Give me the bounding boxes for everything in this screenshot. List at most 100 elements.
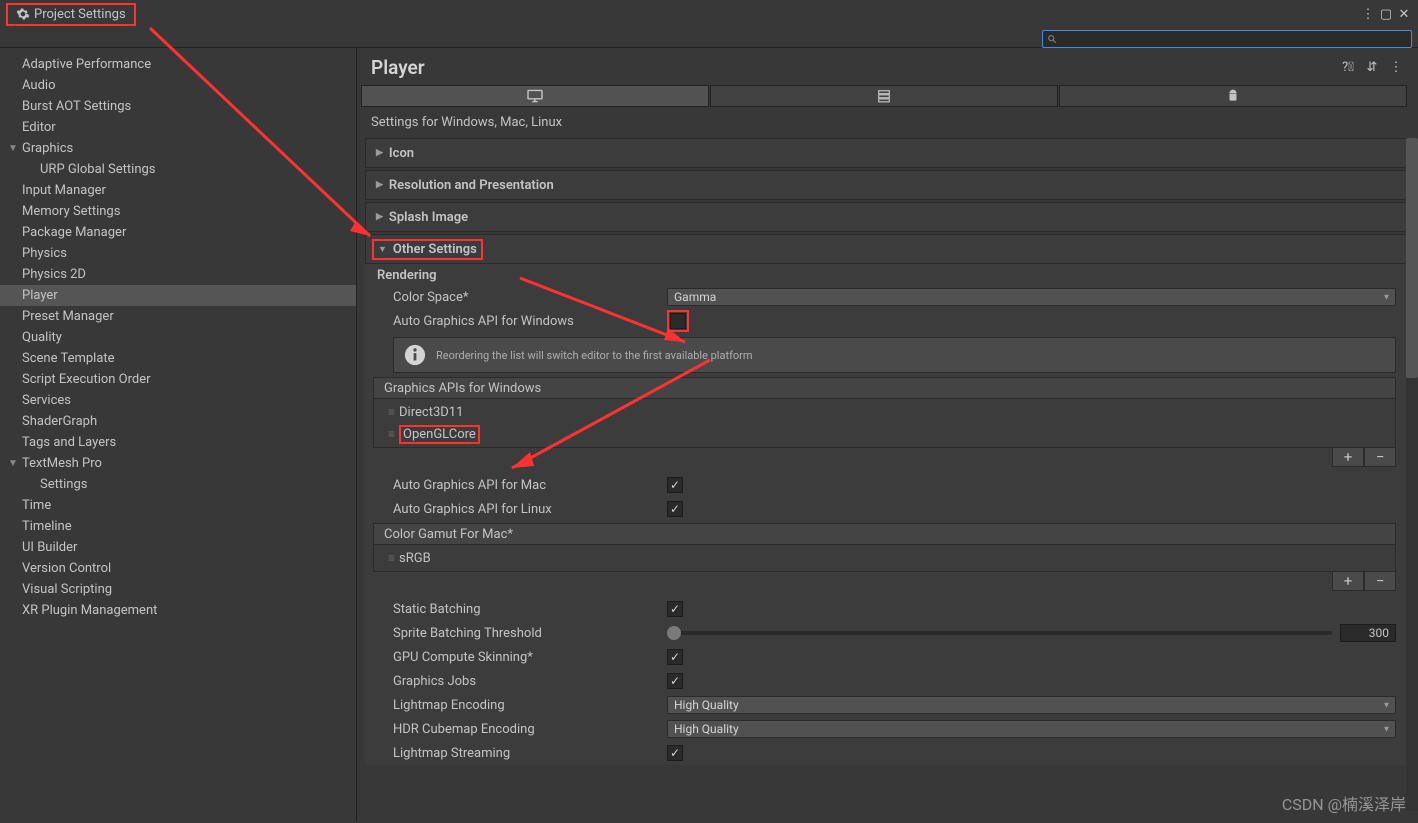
row-lightmap-encoding: Lightmap EncodingHigh Quality [365, 693, 1408, 717]
row-auto-api-mac: Auto Graphics API for Mac [365, 473, 1408, 497]
drag-handle-icon[interactable]: ≡ [388, 551, 391, 565]
sidebar-item-textmesh-pro[interactable]: ▼TextMesh Pro [0, 453, 356, 474]
sidebar-item-quality[interactable]: Quality [0, 327, 356, 348]
sidebar-item-scene-template[interactable]: Scene Template [0, 348, 356, 369]
server-icon [877, 89, 891, 103]
sidebar-item-adaptive-performance[interactable]: Adaptive Performance [0, 54, 356, 75]
tab-server[interactable] [710, 85, 1058, 107]
remove-button[interactable]: − [1364, 571, 1396, 591]
sprite-batching-value[interactable]: 300 [1340, 624, 1396, 642]
scrollbar[interactable] [1406, 138, 1418, 811]
section-other[interactable]: ▼Other Settings [365, 234, 1408, 264]
gear-icon [16, 7, 30, 21]
section-icon[interactable]: ▶Icon [365, 138, 1408, 168]
sidebar-item-time[interactable]: Time [0, 495, 356, 516]
scrollbar-thumb[interactable] [1406, 138, 1418, 378]
help-icon[interactable]: ?⃝ [1340, 60, 1356, 76]
gpu-skinning-checkbox[interactable] [667, 649, 683, 665]
section-splash[interactable]: ▶Splash Image [365, 202, 1408, 232]
maximize-icon[interactable]: ▢ [1378, 6, 1394, 22]
platform-tabs [361, 85, 1408, 107]
sidebar-item-version-control[interactable]: Version Control [0, 558, 356, 579]
auto-api-mac-checkbox[interactable] [667, 477, 683, 493]
sidebar-item-label: Visual Scripting [22, 582, 112, 597]
preset-icon[interactable]: ⇵ [1364, 60, 1380, 76]
menu-icon[interactable]: ⋮ [1388, 60, 1404, 76]
sidebar-item-package-manager[interactable]: Package Manager [0, 222, 356, 243]
add-button[interactable]: + [1332, 447, 1364, 467]
sidebar-item-settings[interactable]: Settings [0, 474, 356, 495]
sidebar-item-label: Scene Template [22, 351, 115, 366]
titlebar: Project Settings ⋮ ▢ ✕ [0, 0, 1418, 28]
sidebar-item-urp-global-settings[interactable]: URP Global Settings [0, 159, 356, 180]
sidebar-item-label: Audio [22, 78, 55, 93]
slider-thumb[interactable] [667, 626, 681, 640]
color-space-dropdown[interactable]: Gamma [667, 288, 1396, 306]
opengl-item: OpenGLCore [399, 425, 480, 444]
section-resolution[interactable]: ▶Resolution and Presentation [365, 170, 1408, 200]
list-item[interactable]: ≡sRGB [374, 547, 1395, 569]
row-graphics-jobs: Graphics Jobs [365, 669, 1408, 693]
sidebar-item-shadergraph[interactable]: ShaderGraph [0, 411, 356, 432]
search-bar [0, 28, 1418, 48]
drag-handle-icon[interactable]: ≡ [388, 427, 391, 441]
sidebar-item-label: Physics 2D [22, 267, 86, 282]
add-button[interactable]: + [1332, 571, 1364, 591]
auto-api-windows-checkbox[interactable] [670, 313, 686, 329]
hdr-encoding-dropdown[interactable]: High Quality [667, 720, 1396, 738]
settings-sidebar: Adaptive Performance Audio Burst AOT Setti… [0, 48, 356, 821]
sidebar-item-label: XR Plugin Management [22, 603, 157, 618]
graphics-jobs-checkbox[interactable] [667, 673, 683, 689]
sidebar-item-label: Quality [22, 330, 62, 345]
sidebar-item-graphics[interactable]: ▼Graphics [0, 138, 356, 159]
sidebar-item-visual-scripting[interactable]: Visual Scripting [0, 579, 356, 600]
lightmap-encoding-dropdown[interactable]: High Quality [667, 696, 1396, 714]
sidebar-item-physics-2d[interactable]: Physics 2D [0, 264, 356, 285]
sidebar-item-editor[interactable]: Editor [0, 117, 356, 138]
drag-handle-icon[interactable]: ≡ [388, 405, 391, 419]
sidebar-item-xr-plugin-management[interactable]: XR Plugin Management [0, 600, 356, 621]
remove-button[interactable]: − [1364, 447, 1396, 467]
sidebar-item-audio[interactable]: Audio [0, 75, 356, 96]
list-item[interactable]: ≡Direct3D11 [374, 401, 1395, 423]
sidebar-item-tags-and-layers[interactable]: Tags and Layers [0, 432, 356, 453]
sprite-batching-slider[interactable] [667, 631, 1332, 635]
tab-standalone[interactable] [361, 85, 709, 107]
graphics-apis-footer: +− [373, 447, 1396, 467]
row-lightmap-streaming: Lightmap Streaming [365, 741, 1408, 765]
sidebar-item-script-execution-order[interactable]: Script Execution Order [0, 369, 356, 390]
sidebar-item-label: Package Manager [22, 225, 126, 240]
sidebar-item-preset-manager[interactable]: Preset Manager [0, 306, 356, 327]
auto-api-linux-checkbox[interactable] [667, 501, 683, 517]
monitor-icon [526, 89, 544, 103]
tab-android[interactable] [1059, 85, 1407, 107]
sidebar-item-label: Preset Manager [22, 309, 114, 324]
sidebar-item-label: Memory Settings [22, 204, 120, 219]
sidebar-item-player[interactable]: Player [0, 285, 356, 306]
chevron-down-icon: ▼ [378, 244, 387, 255]
list-item[interactable]: ≡ OpenGLCore [374, 423, 1395, 445]
sidebar-item-services[interactable]: Services [0, 390, 356, 411]
close-icon[interactable]: ✕ [1396, 6, 1412, 22]
graphics-apis-list: ≡Direct3D11 ≡ OpenGLCore [373, 399, 1396, 448]
sidebar-item-physics[interactable]: Physics [0, 243, 356, 264]
watermark: CSDN @楠溪泽岸 [1282, 791, 1406, 815]
window-title-tab[interactable]: Project Settings [6, 3, 136, 26]
sidebar-item-burst-aot-settings[interactable]: Burst AOT Settings [0, 96, 356, 117]
sidebar-item-timeline[interactable]: Timeline [0, 516, 356, 537]
sidebar-item-memory-settings[interactable]: Memory Settings [0, 201, 356, 222]
reorder-info: Reordering the list will switch editor t… [393, 337, 1396, 373]
lightmap-streaming-checkbox[interactable] [667, 745, 683, 761]
kebab-icon[interactable]: ⋮ [1360, 6, 1376, 22]
sidebar-item-label: Adaptive Performance [22, 57, 151, 72]
sidebar-item-label: Tags and Layers [22, 435, 116, 450]
sidebar-item-ui-builder[interactable]: UI Builder [0, 537, 356, 558]
static-batching-checkbox[interactable] [667, 601, 683, 617]
row-auto-api-windows: Auto Graphics API for Windows [365, 309, 1408, 333]
color-gamut-list: ≡sRGB [373, 545, 1396, 572]
sidebar-item-label: Burst AOT Settings [22, 99, 131, 114]
sidebar-item-label: Editor [22, 120, 56, 135]
row-hdr-encoding: HDR Cubemap EncodingHigh Quality [365, 717, 1408, 741]
search-input[interactable] [1042, 30, 1412, 48]
sidebar-item-input-manager[interactable]: Input Manager [0, 180, 356, 201]
